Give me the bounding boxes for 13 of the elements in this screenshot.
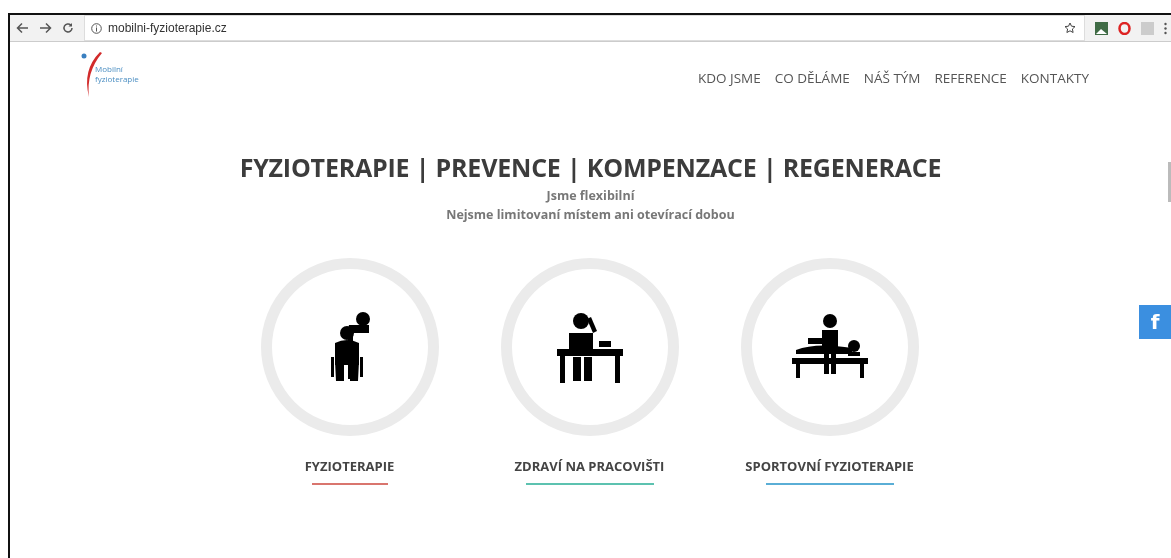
service-label[interactable]: ZDRAVÍ NA PRACOVIŠTI xyxy=(514,457,665,475)
hero-title: FYZIOTERAPIE | PREVENCE | KOMPENZACE | REGENERACE xyxy=(238,150,943,184)
hero-tagline: Nejsme limitovaní místem ani otevírací dobou xyxy=(445,205,736,224)
nav-link[interactable]: REFERENCE xyxy=(934,69,1007,98)
hero-subtitle: Jsme flexibilní xyxy=(544,186,636,205)
address-bar[interactable]: mobilni-fyzioterapie.cz xyxy=(84,15,1085,41)
nav-link[interactable]: CO DĚLÁME xyxy=(774,69,850,98)
logo-text: Mobilní fyzioterapie xyxy=(95,64,139,84)
service-label[interactable]: FYZIOTERAPIE xyxy=(304,457,395,475)
nav-link[interactable]: NÁŠ TÝM xyxy=(863,69,921,98)
nav-link[interactable]: KONTAKTY xyxy=(1020,69,1089,98)
nav-link[interactable]: KDO JSME xyxy=(698,69,761,98)
service-label[interactable]: SPORTOVNÍ FYZIOTERAPIE xyxy=(745,457,914,475)
